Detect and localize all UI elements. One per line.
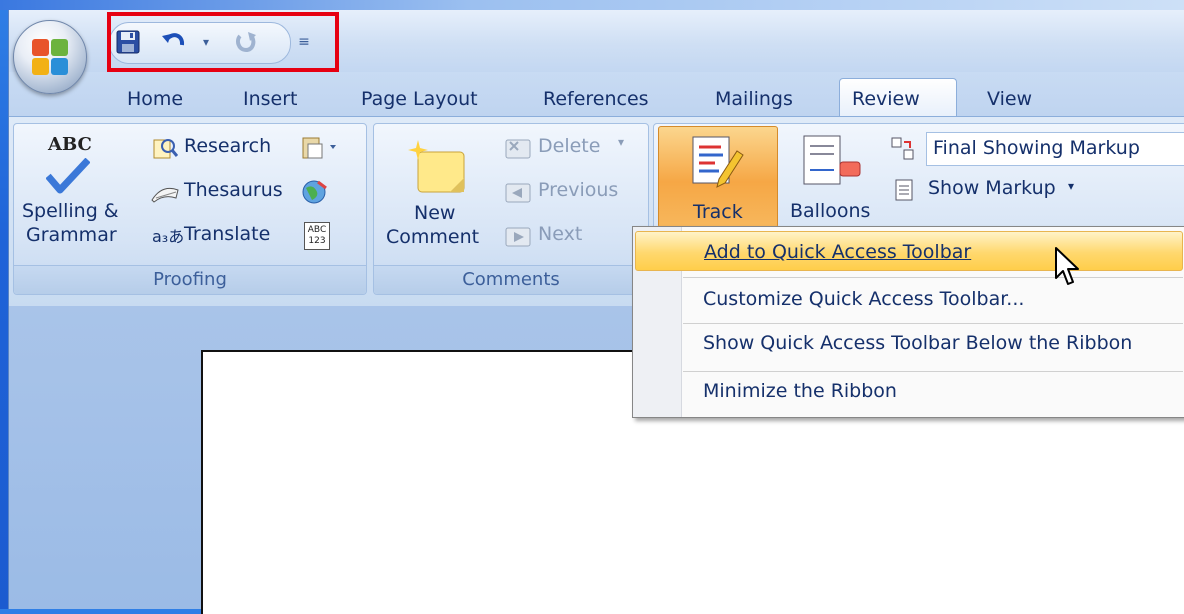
- menu-separator: [683, 277, 1183, 278]
- spelling-label-line1: Spelling &: [22, 200, 119, 222]
- track-changes-button[interactable]: Track: [658, 126, 778, 228]
- display-for-review-select[interactable]: Final Showing Markup: [926, 132, 1184, 166]
- new-comment-label-line1: New: [414, 202, 456, 224]
- previous-comment-button[interactable]: Previous: [502, 178, 642, 208]
- tab-view[interactable]: View: [975, 82, 1044, 116]
- display-for-review-value: Final Showing Markup: [933, 137, 1140, 159]
- qat-highlight-box: [107, 12, 339, 72]
- menu-item-customize-qat-label: Customize Quick Access Toolbar...: [703, 288, 1025, 310]
- translate-label: Translate: [184, 223, 271, 245]
- show-markup-icon: [895, 179, 913, 201]
- window-frame-top: [0, 0, 1184, 10]
- research-label: Research: [184, 135, 272, 157]
- office-logo-icon: [32, 39, 68, 75]
- track-changes-label: Track: [693, 201, 743, 223]
- abc-label: ABC: [48, 134, 92, 155]
- tab-page-layout[interactable]: Page Layout: [349, 82, 490, 116]
- delete-comment-icon: [505, 139, 531, 159]
- next-comment-icon: [505, 227, 531, 247]
- checkmark-icon: [46, 158, 90, 194]
- menu-item-add-to-qat-label: Add to Quick Access Toolbar: [704, 241, 972, 263]
- previous-comment-label: Previous: [538, 179, 619, 201]
- title-bar: ▾ ≡: [9, 10, 1184, 72]
- spelling-label-line2: Grammar: [26, 224, 117, 246]
- comments-group: New Comment Delete ▾ Previous Next Comme…: [373, 123, 649, 295]
- balloons-label: Balloons: [790, 200, 871, 222]
- comments-group-label: Comments: [374, 265, 648, 294]
- menu-item-minimize-ribbon-label: Minimize the Ribbon: [703, 380, 897, 402]
- menu-item-customize-qat[interactable]: Customize Quick Access Toolbar...: [635, 279, 1183, 319]
- tab-insert[interactable]: Insert: [231, 82, 310, 116]
- spelling-grammar-button[interactable]: ABC Spelling & Grammar: [20, 128, 119, 258]
- delete-comment-button[interactable]: Delete ▾: [502, 134, 642, 164]
- new-comment-icon: [408, 140, 465, 193]
- mouse-cursor-icon: [1055, 247, 1079, 285]
- translate-button[interactable]: a₃あ Translate: [146, 222, 288, 252]
- thesaurus-button[interactable]: Thesaurus: [146, 178, 288, 208]
- thesaurus-label: Thesaurus: [184, 179, 283, 201]
- proofing-group: ABC Spelling & Grammar Research Thesauru…: [13, 123, 367, 295]
- tab-mailings[interactable]: Mailings: [703, 82, 805, 116]
- next-comment-button[interactable]: Next: [502, 222, 642, 252]
- track-changes-icon: [692, 136, 744, 188]
- ribbon-tabs: Home Insert Page Layout References Maili…: [9, 72, 1184, 117]
- menu-item-minimize-ribbon[interactable]: Minimize the Ribbon: [635, 371, 1183, 411]
- previous-comment-icon: [505, 183, 531, 203]
- paste-options-icon[interactable]: [300, 134, 340, 160]
- tab-home[interactable]: Home: [115, 82, 195, 116]
- balloons-icon: [803, 135, 861, 185]
- delete-comment-label: Delete: [538, 135, 601, 157]
- balloons-button[interactable]: Balloons: [782, 126, 882, 226]
- show-markup-label: Show Markup: [928, 177, 1056, 199]
- research-button[interactable]: Research: [146, 134, 288, 164]
- show-markup-dropdown-icon: ▾: [1068, 179, 1075, 193]
- menu-item-show-qat-below-label: Show Quick Access Toolbar Below the Ribb…: [703, 332, 1133, 354]
- display-for-review-icon: [891, 137, 914, 160]
- tab-review[interactable]: Review: [839, 78, 957, 117]
- office-button[interactable]: [13, 20, 87, 94]
- menu-item-show-qat-below[interactable]: Show Quick Access Toolbar Below the Ribb…: [635, 323, 1183, 363]
- delete-dropdown-icon: ▾: [618, 135, 625, 149]
- new-comment-button[interactable]: New Comment: [380, 128, 490, 258]
- thesaurus-icon: [151, 187, 179, 203]
- proofing-group-label: Proofing: [14, 265, 366, 294]
- word-count-icon[interactable]: ABC 123: [304, 222, 330, 250]
- new-comment-label-line2: Comment: [386, 226, 480, 248]
- show-markup-button[interactable]: Show Markup ▾: [890, 176, 1090, 206]
- globe-icon[interactable]: [300, 178, 330, 206]
- tab-references[interactable]: References: [531, 82, 661, 116]
- next-comment-label: Next: [538, 223, 583, 245]
- translate-icon: a₃あ: [152, 227, 185, 246]
- menu-item-add-to-qat[interactable]: Add to Quick Access Toolbar: [635, 231, 1183, 271]
- qat-context-menu: Add to Quick Access Toolbar Customize Qu…: [632, 226, 1184, 418]
- research-icon: [153, 139, 178, 159]
